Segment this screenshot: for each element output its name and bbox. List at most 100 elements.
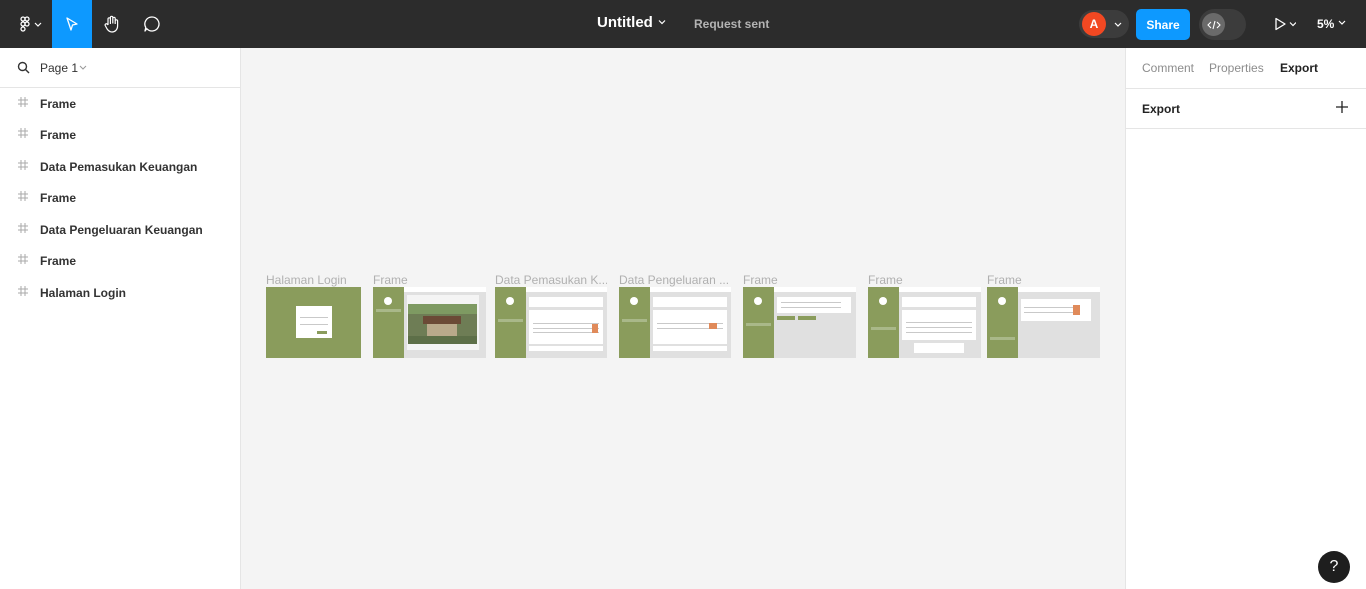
- thumb-menu: [376, 309, 401, 312]
- multiplayer-avatars[interactable]: A: [1079, 10, 1129, 38]
- chevron-down-icon: [1114, 22, 1122, 27]
- thumb-avatar: [506, 297, 514, 305]
- thumb-avatar: [754, 297, 762, 305]
- frame-thumbnail[interactable]: [495, 287, 607, 358]
- layer-item[interactable]: Frame: [0, 186, 240, 210]
- thumb-menu: [746, 323, 771, 326]
- thumb-card: [902, 297, 976, 307]
- thumb-line: [533, 328, 599, 329]
- layer-label: Frame: [40, 128, 77, 142]
- dev-mode-toggle[interactable]: [1199, 9, 1246, 40]
- frame-thumbnail[interactable]: [743, 287, 856, 358]
- layer-item[interactable]: Data Pengeluaran Keuangan: [0, 218, 240, 242]
- thumb-line: [906, 332, 972, 333]
- properties-panel: Comment Properties Export Export: [1125, 48, 1366, 589]
- request-status: Request sent: [694, 17, 770, 31]
- thumb-menu: [622, 319, 647, 322]
- chevron-down-icon[interactable]: [1337, 19, 1347, 27]
- divider: [1126, 88, 1366, 89]
- layer-item[interactable]: Frame: [0, 92, 240, 116]
- layer-label: Halaman Login: [40, 286, 127, 300]
- thumb-card: [1021, 299, 1091, 321]
- frame-label[interactable]: Frame: [987, 273, 1087, 287]
- divider: [1126, 128, 1366, 129]
- thumb-header: [774, 287, 856, 292]
- comment-tool-button[interactable]: [132, 0, 172, 48]
- layer-item[interactable]: Frame: [0, 249, 240, 273]
- tab-comment[interactable]: Comment: [1142, 61, 1194, 75]
- thumb-photo: [408, 304, 477, 344]
- frame-icon: [18, 128, 28, 138]
- page-selector[interactable]: Page 1: [0, 48, 240, 88]
- thumb-avatar: [998, 297, 1006, 305]
- layer-item[interactable]: Data Pemasukan Keuangan: [0, 155, 240, 179]
- frame-label[interactable]: Data Pemasukan K...: [495, 273, 607, 287]
- frame-thumbnail[interactable]: [619, 287, 731, 358]
- frame-label[interactable]: Frame: [868, 273, 968, 287]
- frame-thumbnail[interactable]: [373, 287, 486, 358]
- thumb-avatar: [879, 297, 887, 305]
- plus-icon[interactable]: [1335, 100, 1349, 114]
- thumb-card: [653, 346, 727, 351]
- tab-export[interactable]: Export: [1280, 61, 1318, 75]
- layer-label: Frame: [40, 254, 77, 268]
- main-menu-button[interactable]: [8, 0, 48, 48]
- thumb-badge: [1073, 305, 1080, 315]
- layer-label: Data Pengeluaran Keuangan: [40, 223, 203, 237]
- share-button[interactable]: Share: [1136, 9, 1190, 40]
- thumb-avatar: [630, 297, 638, 305]
- page-label[interactable]: Page 1: [40, 61, 78, 75]
- frame-label[interactable]: Frame: [743, 273, 843, 287]
- chevron-down-icon[interactable]: [656, 16, 668, 28]
- frame-icon: [18, 223, 28, 233]
- avatar[interactable]: A: [1082, 12, 1106, 36]
- layer-item[interactable]: Halaman Login: [0, 281, 240, 305]
- design-canvas[interactable]: Halaman Login Frame Data Pemasukan K... …: [241, 48, 1125, 589]
- play-icon: [1275, 17, 1296, 31]
- file-title[interactable]: Untitled: [597, 14, 653, 31]
- top-toolbar: Untitled Request sent A Share 5%: [0, 0, 1366, 48]
- frame-thumbnail[interactable]: [987, 287, 1100, 358]
- thumb-badge: [592, 324, 598, 333]
- thumb-button: [798, 316, 816, 320]
- thumb-line: [1024, 307, 1074, 308]
- tab-properties[interactable]: Properties: [1209, 61, 1264, 75]
- code-icon: [1206, 20, 1221, 29]
- thumb-menu: [871, 327, 896, 330]
- chevron-down-icon[interactable]: [79, 65, 87, 71]
- help-button[interactable]: ?: [1318, 551, 1350, 583]
- thumb-header: [650, 287, 731, 292]
- frame-icon: [18, 286, 28, 296]
- thumb-menu: [990, 337, 1015, 340]
- frame-label[interactable]: Frame: [373, 273, 473, 287]
- frame-thumbnail[interactable]: [266, 287, 361, 358]
- thumb-line: [781, 307, 841, 308]
- thumb-line: [300, 317, 328, 318]
- thumb-card: [777, 297, 851, 313]
- thumb-line: [906, 327, 972, 328]
- frame-label[interactable]: Data Pengeluaran ...: [619, 273, 731, 287]
- thumb-button: [317, 331, 327, 334]
- frame-icon: [18, 254, 28, 264]
- frame-thumbnail[interactable]: [868, 287, 981, 358]
- thumb-line: [781, 302, 841, 303]
- thumb-avatar: [384, 297, 392, 305]
- thumb-header: [404, 287, 486, 292]
- thumb-line: [533, 332, 599, 333]
- comment-bubble-icon: [144, 16, 160, 32]
- layer-item[interactable]: Frame: [0, 123, 240, 147]
- thumb-header: [1018, 287, 1100, 292]
- thumb-line: [300, 324, 328, 325]
- thumb-card: [653, 297, 727, 307]
- dev-mode-knob: [1202, 13, 1225, 36]
- search-icon[interactable]: [17, 61, 30, 74]
- present-button[interactable]: [1262, 0, 1302, 48]
- frame-icon: [18, 97, 28, 107]
- thumb-line: [1024, 312, 1074, 313]
- zoom-level[interactable]: 5%: [1317, 17, 1334, 31]
- move-tool-button[interactable]: [52, 0, 92, 48]
- frame-label[interactable]: Halaman Login: [266, 273, 366, 287]
- export-section-title: Export: [1142, 102, 1181, 116]
- hand-tool-button[interactable]: [92, 0, 132, 48]
- thumb-card: [902, 310, 976, 340]
